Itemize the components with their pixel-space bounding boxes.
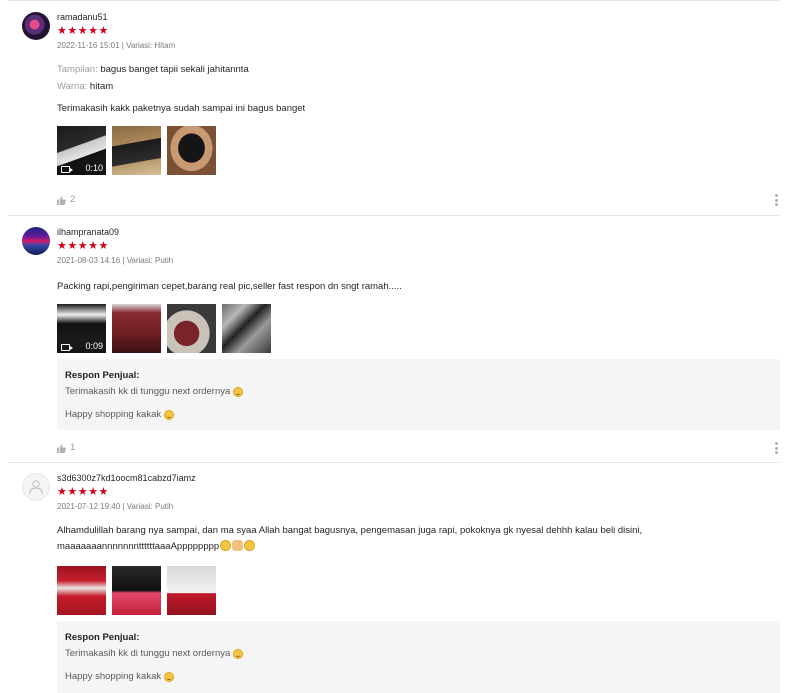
review-actions: 2: [57, 194, 782, 208]
review-photo-thumbnail[interactable]: [112, 566, 161, 615]
seller-response: Respon Penjual: Terimakasih kk di tunggu…: [57, 359, 780, 430]
review-username: ramadanu51: [57, 12, 108, 22]
rating-stars: ★★★★★: [57, 240, 109, 252]
video-duration: 0:10: [85, 163, 103, 173]
like-button[interactable]: 1: [57, 442, 75, 454]
video-camera-icon: [61, 166, 73, 173]
seller-response-title: Respon Penjual:: [65, 370, 140, 381]
seller-response: Respon Penjual: Terimakasih kk di tunggu…: [57, 621, 780, 693]
smiley-emoji-icon: [233, 649, 244, 659]
video-duration: 0:09: [85, 341, 103, 351]
grinning-emoji-icon: [244, 540, 256, 551]
review-comment: Alhamdulillah barang nya sampai, dan ma …: [57, 523, 782, 555]
smiley-emoji-icon: [164, 410, 175, 420]
review-body: ilhampranata09 ★★★★★ 2021-08-03 14:16 | …: [57, 227, 782, 456]
review-photo-thumbnail[interactable]: [167, 126, 216, 175]
seller-response-title: Respon Penjual:: [65, 632, 140, 643]
review-attribute: Tampilan: bagus banget tapii sekali jahi…: [57, 64, 782, 76]
review-meta: 2022-11-16 15:01 | Variasi: Hitam: [57, 41, 176, 50]
smiley-emoji-icon: [233, 387, 244, 397]
review-divider: [8, 462, 780, 463]
review-photo-thumbnail[interactable]: [167, 304, 216, 353]
default-user-icon: [28, 480, 44, 495]
review-comment-line: Alhamdulillah barang nya sampai, dan ma …: [57, 525, 643, 536]
like-count: 2: [70, 194, 76, 205]
review-meta: 2021-07-12 19:40 | Variasi: Putih: [57, 502, 174, 511]
review-photo-thumbnail[interactable]: [167, 566, 216, 615]
attribute-key: Warna:: [57, 81, 88, 92]
review-comment: Terimakasih kakk paketnya sudah sampai i…: [57, 103, 306, 114]
review-video-thumbnail[interactable]: 0:09: [57, 304, 106, 353]
seller-response-text: Terimakasih kk di tunggu next ordernya: [65, 648, 231, 659]
avatar[interactable]: [22, 473, 50, 501]
seller-response-line: Terimakasih kk di tunggu next ordernya: [65, 386, 772, 398]
avatar[interactable]: [22, 12, 50, 40]
attribute-value: bagus banget tapii sekali jahitannta: [100, 64, 249, 75]
thumbs-up-icon: [57, 195, 66, 205]
review-username: ilhampranata09: [57, 227, 120, 237]
seller-response-line: Happy shopping kakak: [65, 409, 772, 421]
review-divider: [8, 215, 780, 216]
seller-response-line: Terimakasih kk di tunggu next ordernya: [65, 648, 772, 660]
review-comment: Packing rapi,pengiriman cepet,barang rea…: [57, 281, 402, 292]
attribute-value: hitam: [89, 81, 114, 92]
review-body: s3d6300z7kd1oocm81cabzd7iamz ★★★★★ 2021-…: [57, 473, 782, 693]
thumbs-up-icon: [57, 443, 66, 453]
like-button[interactable]: 2: [57, 194, 75, 206]
praying-hands-emoji-icon: [232, 540, 244, 551]
review-actions: 1: [57, 442, 782, 456]
review-media: 0:09: [57, 304, 782, 353]
rating-stars: ★★★★★: [57, 486, 109, 498]
review-body: ramadanu51 ★★★★★ 2022-11-16 15:01 | Vari…: [57, 12, 782, 208]
review-photo-thumbnail[interactable]: [222, 304, 271, 353]
seller-response-text: Happy shopping kakak: [65, 671, 162, 682]
review-username: s3d6300z7kd1oocm81cabzd7iamz: [57, 473, 196, 483]
review-media: 0:10: [57, 126, 782, 175]
rating-stars: ★★★★★: [57, 25, 109, 37]
review-media: [57, 566, 782, 615]
seller-response-text: Terimakasih kk di tunggu next ordernya: [65, 386, 231, 397]
more-vertical-icon[interactable]: [775, 442, 779, 454]
top-divider: [8, 0, 780, 1]
like-count: 1: [70, 442, 76, 453]
seller-response-line: Happy shopping kakak: [65, 671, 772, 683]
crying-emoji-icon: [220, 540, 232, 551]
smiley-emoji-icon: [164, 672, 175, 682]
review-photo-thumbnail[interactable]: [112, 304, 161, 353]
seller-response-text: Happy shopping kakak: [65, 409, 162, 420]
review-photo-thumbnail[interactable]: [57, 566, 106, 615]
video-camera-icon: [61, 344, 73, 351]
attribute-key: Tampilan:: [57, 64, 98, 75]
review-comment-line: maaaaaaannnnnnnttttttaaaApppppppp: [57, 539, 782, 555]
review-photo-thumbnail[interactable]: [112, 126, 161, 175]
review-comment-text: maaaaaaannnnnnnttttttaaaApppppppp: [57, 541, 220, 552]
more-vertical-icon[interactable]: [775, 194, 779, 206]
avatar[interactable]: [22, 227, 50, 255]
review-meta: 2021-08-03 14:16 | Variasi: Putih: [57, 256, 174, 265]
review-video-thumbnail[interactable]: 0:10: [57, 126, 106, 175]
review-attribute: Warna: hitam: [57, 81, 782, 93]
